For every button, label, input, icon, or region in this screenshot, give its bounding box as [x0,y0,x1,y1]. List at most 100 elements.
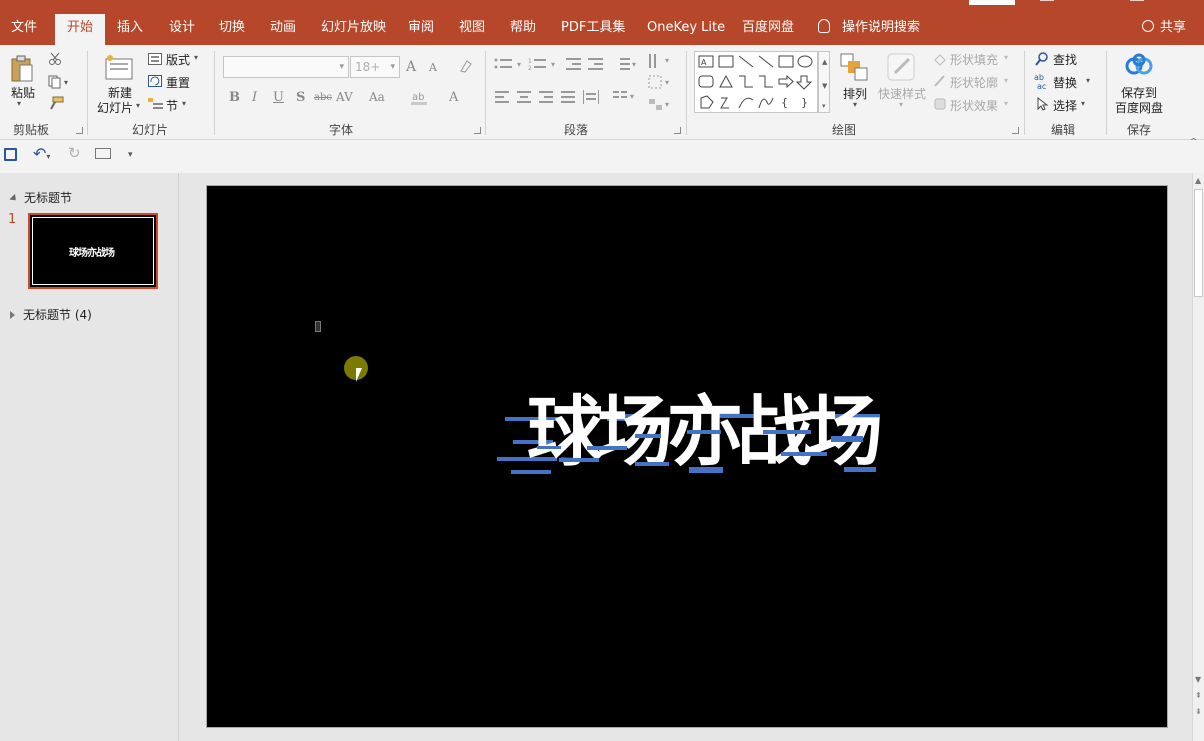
copy-icon[interactable]: ▾ [48,75,70,92]
align-right-icon[interactable] [539,91,553,106]
layout-dropdown-icon[interactable]: ▾ [194,53,198,62]
tab-animations[interactable]: 动画 [270,14,296,45]
font-color-button[interactable]: A [449,90,458,105]
paste-label[interactable]: 粘贴 [11,84,35,101]
font-name-combo[interactable]: ▾ [223,56,349,78]
tab-transitions[interactable]: 切换 [219,14,245,45]
collapse-triangle-icon[interactable] [9,193,19,204]
reset-label[interactable]: 重置 [166,74,190,91]
maximize-button[interactable] [1130,0,1144,1]
tab-slideshow[interactable]: 幻灯片放映 [321,14,386,45]
arrange-dropdown-icon[interactable]: ▾ [853,100,857,109]
shape-effects-label[interactable]: 形状效果 [950,97,998,114]
section-dropdown-icon[interactable]: ▾ [182,99,186,108]
shape-effects-dropdown-icon[interactable]: ▾ [1004,99,1008,108]
baidu-cloud-icon[interactable] [1124,53,1154,80]
new-slide-icon[interactable] [104,53,134,81]
shapes-gallery-scroll[interactable]: ▲ ▼ ▾ [818,51,830,113]
tab-home[interactable]: 开始 [55,14,106,45]
tab-design[interactable]: 设计 [169,14,195,45]
account-chip[interactable] [969,0,1015,5]
shape-outline-dropdown-icon[interactable]: ▾ [1004,76,1008,85]
shape-outline-icon[interactable] [933,74,947,91]
new-slide-dropdown-icon[interactable]: ▾ [136,101,140,110]
share-button[interactable]: 共享 [1142,14,1186,42]
paragraph-launcher[interactable] [674,127,681,134]
cut-icon[interactable] [48,52,62,69]
highlight-icon[interactable]: ab [411,90,429,109]
grow-font-button[interactable]: A [406,59,416,75]
save-icon[interactable] [4,148,17,161]
section-label[interactable]: 节 [166,97,178,114]
minimize-button[interactable] [1040,0,1054,1]
tab-view[interactable]: 视图 [459,14,485,45]
tab-pdf-tools[interactable]: PDF工具集 [561,14,625,45]
shapes-gallery[interactable]: A { } [694,51,818,113]
shape-effects-icon[interactable] [933,97,947,114]
font-launcher[interactable] [474,127,481,134]
numbering-icon[interactable]: 1 2 ▾ [528,57,558,74]
shape-fill-dropdown-icon[interactable]: ▾ [1004,53,1008,62]
replace-icon[interactable]: ab ac [1034,73,1050,94]
arrange-icon[interactable] [840,53,868,84]
clear-format-icon[interactable] [457,59,473,76]
scroll-down-icon[interactable]: ▼ [1195,675,1201,684]
quick-styles-icon[interactable] [887,53,917,86]
customize-qat-icon[interactable]: ▾ [128,150,133,160]
undo-icon[interactable]: ↶▾ [33,144,50,163]
tab-insert[interactable]: 插入 [117,14,143,45]
redo-icon[interactable]: ↻ [68,144,81,162]
previous-slide-icon[interactable]: ⇞ [1195,691,1202,700]
distributed-icon[interactable] [583,90,599,107]
columns-icon[interactable]: ▾ [613,91,639,106]
tab-file[interactable]: 文件 [11,14,37,45]
select-arrow-icon[interactable] [1037,96,1049,114]
new-slide-label2[interactable]: 幻灯片 [97,99,133,116]
scroll-up-icon[interactable]: ▲ [1195,176,1201,185]
change-case-button[interactable]: Aa [369,90,385,104]
slide-thumbnail[interactable]: 球场亦战场 [28,213,158,289]
expand-triangle-icon[interactable] [10,311,15,319]
character-spacing-button[interactable]: AV [336,90,353,104]
shape-fill-icon[interactable] [933,52,947,69]
format-painter-icon[interactable] [48,96,64,113]
decrease-indent-icon[interactable] [566,57,582,74]
shadow-button[interactable]: S [296,90,305,105]
strikethrough-button[interactable]: abc [314,92,332,103]
paste-icon[interactable] [10,55,34,83]
start-slideshow-icon[interactable] [95,148,111,159]
tell-me-search[interactable]: 操作说明搜索 [818,14,920,42]
text-direction-icon[interactable]: ▾ [648,53,674,72]
align-center-icon[interactable] [517,91,531,106]
replace-dropdown-icon[interactable]: ▾ [1086,76,1090,85]
align-left-icon[interactable] [495,91,509,106]
bullets-icon[interactable]: ▾ [494,57,524,74]
slide-canvas[interactable]: 球场亦战场 [206,185,1168,728]
align-text-icon[interactable]: ▾ [648,75,674,94]
italic-button[interactable]: I [252,90,257,105]
paste-dropdown-icon[interactable]: ▾ [17,99,21,108]
next-slide-icon[interactable]: ⇟ [1195,707,1202,716]
section-header-2[interactable]: 无标题节 (4) [10,306,92,323]
replace-label[interactable]: 替换 [1053,74,1077,91]
clipboard-launcher[interactable] [76,127,83,134]
line-spacing-icon[interactable]: ▾ [613,57,639,74]
tab-onekey[interactable]: OneKey Lite [647,14,725,45]
vertical-scrollbar[interactable]: ▲ ▼ ⇞ ⇟ [1192,173,1204,741]
shape-outline-label[interactable]: 形状轮廓 [950,74,998,91]
select-dropdown-icon[interactable]: ▾ [1081,99,1085,108]
bold-button[interactable]: B [229,90,240,105]
increase-indent-icon[interactable] [588,57,604,74]
shrink-font-button[interactable]: A [429,61,437,74]
justify-icon[interactable] [561,91,575,106]
section-icon[interactable] [148,98,164,113]
layout-label[interactable]: 版式 [166,51,190,68]
smartart-icon[interactable]: ▾ [648,97,674,116]
section-header-1[interactable]: 无标题节 [9,189,72,206]
tab-review[interactable]: 审阅 [408,14,434,45]
find-label[interactable]: 查找 [1053,51,1077,68]
reset-icon[interactable] [148,75,162,90]
save-to-label2[interactable]: 百度网盘 [1115,99,1163,116]
tab-help[interactable]: 帮助 [510,14,536,45]
quick-styles-dropdown-icon[interactable]: ▾ [899,100,903,109]
